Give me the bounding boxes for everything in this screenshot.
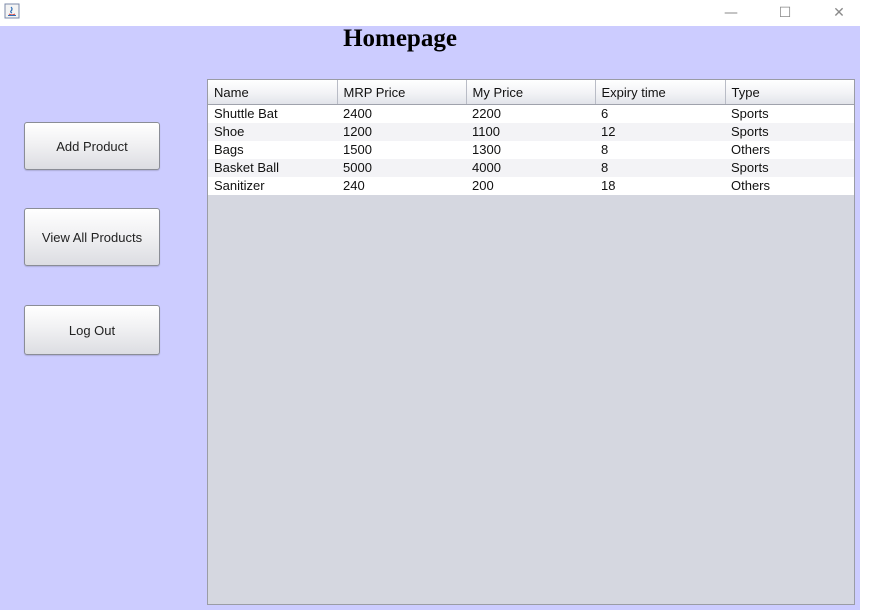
column-header-expiry-time[interactable]: Expiry time bbox=[595, 80, 726, 105]
column-header-type[interactable]: Type bbox=[725, 80, 854, 105]
window-edge-strip bbox=[860, 26, 890, 616]
java-app-icon bbox=[4, 3, 20, 19]
table-row[interactable]: Basket Ball 5000 4000 8 Sports bbox=[208, 159, 854, 177]
column-header-name[interactable]: Name bbox=[208, 80, 338, 105]
title-bar: — ☐ ✕ bbox=[0, 0, 890, 26]
cell-expiry-time[interactable]: 8 bbox=[595, 141, 725, 159]
cell-name[interactable]: Basket Ball bbox=[208, 159, 337, 177]
cell-my-price[interactable]: 1100 bbox=[466, 123, 595, 141]
cell-name[interactable]: Bags bbox=[208, 141, 337, 159]
cell-name[interactable]: Sanitizer bbox=[208, 177, 337, 195]
cell-type[interactable]: Others bbox=[725, 177, 854, 195]
cell-mrp-price[interactable]: 5000 bbox=[337, 159, 466, 177]
cell-expiry-time[interactable]: 12 bbox=[595, 123, 725, 141]
cell-mrp-price[interactable]: 2400 bbox=[337, 104, 466, 123]
close-button[interactable]: ✕ bbox=[816, 0, 862, 26]
cell-type[interactable]: Sports bbox=[725, 123, 854, 141]
products-table: Name MRP Price My Price Expiry time Type… bbox=[208, 80, 854, 195]
cell-expiry-time[interactable]: 18 bbox=[595, 177, 725, 195]
cell-name[interactable]: Shoe bbox=[208, 123, 337, 141]
table-row[interactable]: Shuttle Bat 2400 2200 6 Sports bbox=[208, 104, 854, 123]
cell-expiry-time[interactable]: 6 bbox=[595, 104, 725, 123]
table-row[interactable]: Sanitizer 240 200 18 Others bbox=[208, 177, 854, 195]
cell-expiry-time[interactable]: 8 bbox=[595, 159, 725, 177]
page-title: Homepage bbox=[343, 25, 457, 52]
cell-mrp-price[interactable]: 240 bbox=[337, 177, 466, 195]
column-header-mrp-price[interactable]: MRP Price bbox=[337, 80, 467, 105]
maximize-button[interactable]: ☐ bbox=[762, 0, 808, 26]
cell-my-price[interactable]: 1300 bbox=[466, 141, 595, 159]
cell-type[interactable]: Sports bbox=[725, 104, 854, 123]
cell-my-price[interactable]: 200 bbox=[466, 177, 595, 195]
cell-mrp-price[interactable]: 1200 bbox=[337, 123, 466, 141]
app-window: — ☐ ✕ Homepage Add Product View All Prod… bbox=[0, 0, 890, 616]
table-row[interactable]: Shoe 1200 1100 12 Sports bbox=[208, 123, 854, 141]
table-header-row: Name MRP Price My Price Expiry time Type bbox=[208, 80, 854, 105]
log-out-button[interactable]: Log Out bbox=[24, 305, 160, 355]
cell-mrp-price[interactable]: 1500 bbox=[337, 141, 466, 159]
cell-my-price[interactable]: 4000 bbox=[466, 159, 595, 177]
table-row[interactable]: Bags 1500 1300 8 Others bbox=[208, 141, 854, 159]
cell-type[interactable]: Others bbox=[725, 141, 854, 159]
content-pane: Homepage Add Product View All Products L… bbox=[0, 26, 860, 610]
cell-name[interactable]: Shuttle Bat bbox=[208, 104, 337, 123]
cell-my-price[interactable]: 2200 bbox=[466, 104, 595, 123]
products-table-scroll-pane[interactable]: Name MRP Price My Price Expiry time Type… bbox=[207, 79, 855, 605]
view-all-products-button[interactable]: View All Products bbox=[24, 208, 160, 266]
minimize-button[interactable]: — bbox=[708, 0, 754, 26]
column-header-my-price[interactable]: My Price bbox=[466, 80, 596, 105]
cell-type[interactable]: Sports bbox=[725, 159, 854, 177]
add-product-button[interactable]: Add Product bbox=[24, 122, 160, 170]
